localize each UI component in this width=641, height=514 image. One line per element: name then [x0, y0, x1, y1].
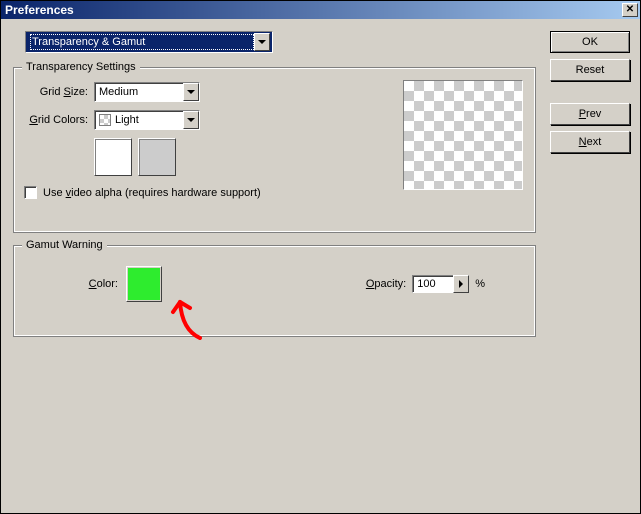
chevron-down-icon — [254, 33, 270, 51]
grid-color-swatch-2[interactable] — [138, 138, 176, 176]
opacity-label: Opacity: — [366, 278, 406, 290]
preferences-page-selector[interactable]: Transparency & Gamut — [25, 31, 273, 53]
gamut-color-label: Color: — [24, 278, 118, 290]
prev-button[interactable]: Prev — [550, 103, 630, 125]
opacity-value: 100 — [417, 278, 435, 290]
grid-size-dropdown[interactable]: Medium — [94, 82, 200, 102]
transparency-settings-group: Transparency Settings Grid Size: Medium … — [13, 67, 536, 233]
window-title: Preferences — [5, 3, 622, 17]
grid-size-label: Grid Size: — [24, 86, 88, 98]
grid-colors-label: Grid Colors: — [24, 114, 88, 126]
grid-colors-value: Light — [99, 114, 183, 126]
opacity-suffix: % — [475, 278, 485, 290]
opacity-input[interactable]: 100 — [412, 275, 454, 293]
close-button[interactable]: ✕ — [622, 3, 638, 17]
grid-colors-dropdown[interactable]: Light — [94, 110, 200, 130]
chevron-down-icon — [183, 111, 199, 129]
reset-button[interactable]: Reset — [550, 59, 630, 81]
ok-button[interactable]: OK — [550, 31, 630, 53]
checker-icon — [99, 114, 111, 126]
right-arrow-icon — [459, 280, 463, 288]
grid-size-value: Medium — [99, 86, 183, 98]
preferences-page-value: Transparency & Gamut — [30, 34, 254, 50]
gamut-legend: Gamut Warning — [22, 239, 107, 251]
use-video-alpha-label: Use video alpha (requires hardware suppo… — [43, 187, 261, 199]
transparency-legend: Transparency Settings — [22, 61, 140, 73]
preferences-window: Preferences ✕ Transparency & Gamut Trans… — [0, 0, 641, 514]
grid-color-swatch-1[interactable] — [94, 138, 132, 176]
gamut-color-swatch[interactable] — [126, 266, 162, 302]
chevron-down-icon — [183, 83, 199, 101]
dialog-body: Transparency & Gamut Transparency Settin… — [1, 19, 640, 513]
use-video-alpha-checkbox[interactable] — [24, 186, 37, 199]
transparency-preview — [403, 80, 523, 190]
opacity-flyout-button[interactable] — [453, 275, 469, 293]
titlebar: Preferences ✕ — [1, 1, 640, 19]
button-column: OK Reset Prev Next — [550, 31, 630, 503]
gamut-color-value — [128, 268, 160, 300]
gamut-warning-group: Gamut Warning Color: Opacity: 100 % — [13, 245, 536, 337]
next-button[interactable]: Next — [550, 131, 630, 153]
main-column: Transparency & Gamut Transparency Settin… — [11, 31, 538, 503]
